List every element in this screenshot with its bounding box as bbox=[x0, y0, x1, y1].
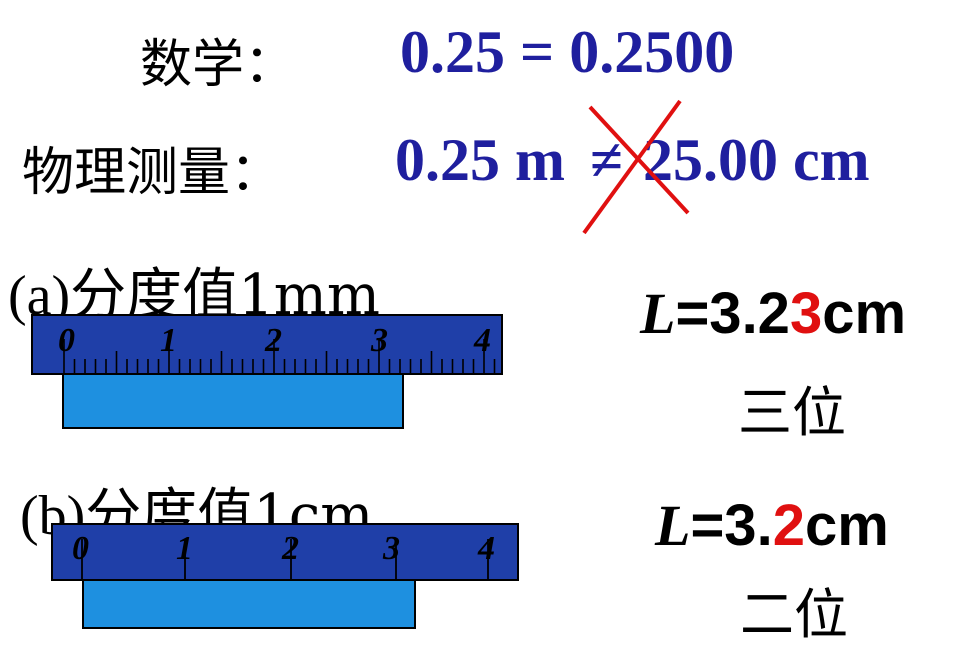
result-a-unit: cm bbox=[822, 281, 907, 346]
result-a-var: L bbox=[640, 281, 676, 346]
measured-object-b bbox=[82, 581, 416, 629]
result-a-eq: =3.2 bbox=[675, 281, 790, 346]
result-b-eq: =3. bbox=[690, 493, 773, 558]
ruler-a-tick-0: 0 bbox=[58, 322, 75, 359]
ruler-b-tick-2: 2 bbox=[282, 530, 299, 567]
math-label: 数学： bbox=[140, 35, 297, 95]
result-a: L=3.23cm bbox=[640, 280, 906, 347]
physics-lhs: 0.25 m bbox=[395, 127, 565, 193]
ruler-a-tick-2: 2 bbox=[265, 322, 282, 359]
ruler-b-tick-0: 0 bbox=[72, 530, 89, 567]
result-b-var: L bbox=[655, 493, 691, 558]
measured-object-a bbox=[62, 375, 404, 429]
ruler-a-tick-1: 1 bbox=[160, 322, 177, 359]
result-a-doubtful-digit: 3 bbox=[789, 281, 823, 346]
ruler-a-tick-3: 3 bbox=[371, 322, 388, 359]
ruler-b-tick-3: 3 bbox=[383, 530, 400, 567]
ruler-b-tick-4: 4 bbox=[478, 530, 495, 567]
ruler-b-tick-1: 1 bbox=[176, 530, 193, 567]
ruler-a-tick-4: 4 bbox=[474, 322, 491, 359]
result-b-doubtful-digit: 2 bbox=[772, 493, 805, 558]
math-equation: 0.25 = 0.2500 bbox=[400, 19, 735, 85]
digits-a: 三位 bbox=[738, 381, 846, 444]
digits-b: 二位 bbox=[740, 583, 848, 646]
cross-out-mark bbox=[582, 99, 690, 235]
result-b-unit: cm bbox=[804, 493, 889, 558]
result-b: L=3.2cm bbox=[655, 492, 889, 559]
physics-label: 物理测量： bbox=[22, 143, 283, 203]
